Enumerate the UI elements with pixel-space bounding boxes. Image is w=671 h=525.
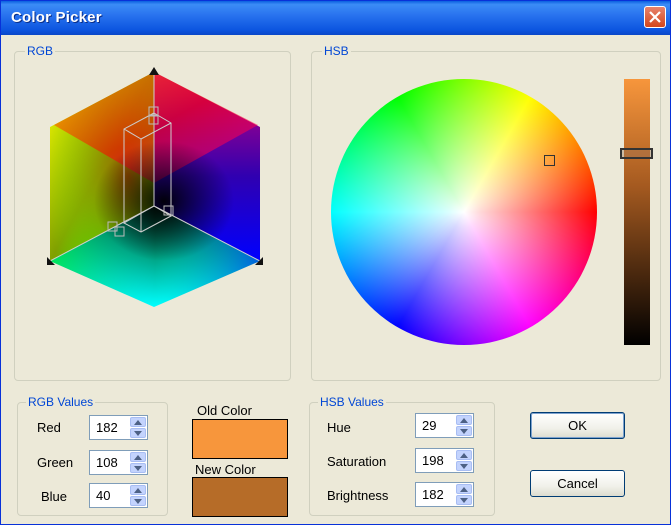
- saturation-increment-button[interactable]: [456, 450, 472, 460]
- red-increment-button[interactable]: [130, 417, 146, 427]
- close-icon: [649, 11, 661, 23]
- cancel-button[interactable]: Cancel: [530, 470, 625, 497]
- arrow-up-icon: [134, 488, 142, 493]
- arrow-up-icon: [460, 453, 468, 458]
- arrow-up-icon: [134, 420, 142, 425]
- red-axis-handle[interactable]: [149, 67, 159, 75]
- hue-label: Hue: [327, 420, 351, 435]
- green-decrement-button[interactable]: [130, 463, 146, 473]
- arrow-down-icon: [134, 499, 142, 504]
- red-stepper[interactable]: 182: [89, 415, 148, 440]
- blue-increment-button[interactable]: [130, 485, 146, 495]
- title-bar[interactable]: Color Picker: [1, 1, 670, 35]
- hue-decrement-button[interactable]: [456, 426, 472, 436]
- ok-button[interactable]: OK: [530, 412, 625, 439]
- red-label: Red: [37, 420, 61, 435]
- arrow-down-icon: [460, 498, 468, 503]
- arrow-down-icon: [134, 466, 142, 471]
- old-color-label: Old Color: [197, 403, 252, 418]
- saturation-stepper[interactable]: 198: [415, 448, 474, 473]
- brightness-increment-button[interactable]: [456, 484, 472, 494]
- window-title: Color Picker: [11, 9, 102, 26]
- green-value[interactable]: 108: [96, 455, 118, 470]
- arrow-down-icon: [460, 464, 468, 469]
- color-picker-window: Color Picker RGB HSB RGB Values Red 182 …: [0, 0, 671, 525]
- saturation-label: Saturation: [327, 454, 387, 469]
- saturation-decrement-button[interactable]: [456, 461, 472, 471]
- new-color-label: New Color: [195, 462, 256, 477]
- green-label: Green: [37, 455, 74, 470]
- green-increment-button[interactable]: [130, 452, 146, 462]
- blue-value[interactable]: 40: [96, 488, 110, 503]
- saturation-value[interactable]: 198: [422, 453, 444, 468]
- brightness-label: Brightness: [327, 488, 389, 503]
- hue-saturation-wheel[interactable]: [331, 79, 597, 345]
- wheel-selection-marker[interactable]: [544, 155, 555, 166]
- hue-value[interactable]: 29: [422, 418, 436, 433]
- red-value[interactable]: 182: [96, 420, 118, 435]
- green-stepper[interactable]: 108: [89, 450, 148, 475]
- blue-stepper[interactable]: 40: [89, 483, 148, 508]
- brightness-decrement-button[interactable]: [456, 495, 472, 505]
- rgb-cube[interactable]: [14, 51, 291, 381]
- arrow-up-icon: [460, 418, 468, 423]
- arrow-up-icon: [460, 487, 468, 492]
- blue-decrement-button[interactable]: [130, 496, 146, 506]
- close-button[interactable]: [644, 6, 666, 28]
- arrow-up-icon: [134, 455, 142, 460]
- brightness-slider-thumb[interactable]: [620, 148, 653, 159]
- arrow-down-icon: [134, 431, 142, 436]
- arrow-down-icon: [460, 429, 468, 434]
- brightness-slider[interactable]: [624, 79, 650, 345]
- brightness-stepper[interactable]: 182: [415, 482, 474, 507]
- hue-stepper[interactable]: 29: [415, 413, 474, 438]
- new-color-swatch: [192, 477, 288, 517]
- old-color-swatch: [192, 419, 288, 459]
- hsb-values-legend: HSB Values: [318, 395, 386, 409]
- hsb-panel-legend: HSB: [322, 44, 351, 58]
- red-decrement-button[interactable]: [130, 428, 146, 438]
- rgb-values-legend: RGB Values: [26, 395, 96, 409]
- hue-increment-button[interactable]: [456, 415, 472, 425]
- brightness-value[interactable]: 182: [422, 487, 444, 502]
- blue-label: Blue: [41, 489, 68, 504]
